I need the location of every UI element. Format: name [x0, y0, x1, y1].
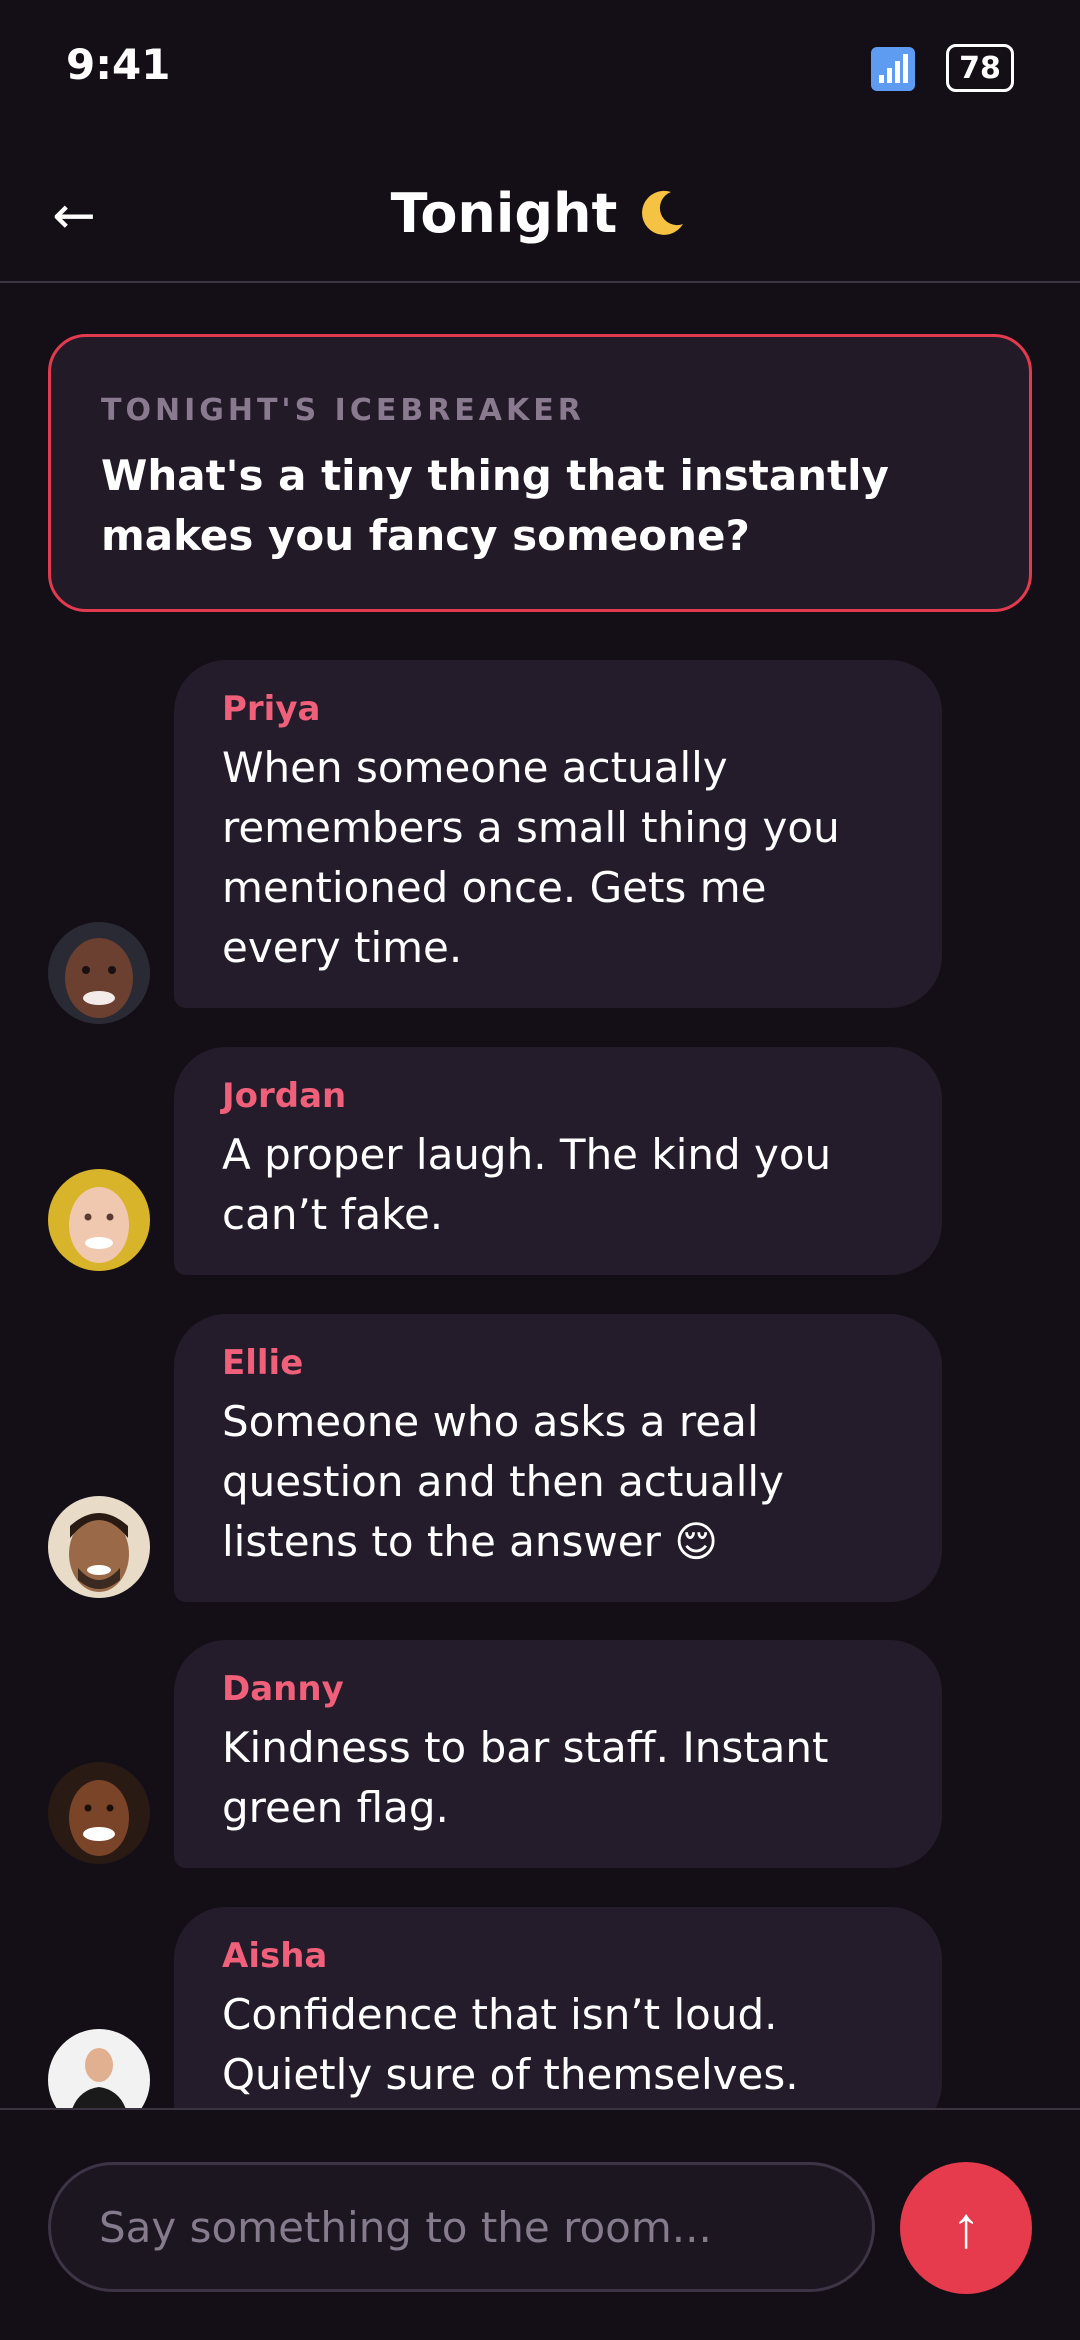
message-text: Someone who asks a real question and the… [222, 1397, 784, 1566]
message-text: Kindness to bar staff. Instant green fla… [222, 1723, 829, 1832]
message-text: When someone actually remembers a small … [222, 743, 840, 972]
avatar[interactable] [48, 2029, 150, 2108]
message-sender: Ellie [222, 1343, 304, 1383]
status-time: 9:41 [66, 40, 171, 89]
header: ← Tonight [0, 150, 1080, 283]
signal-bars-icon [871, 47, 915, 91]
message-sender: Priya [222, 689, 321, 729]
message-sender: Danny [222, 1669, 344, 1709]
message-bubble: Aisha Confidence that isn’t loud. Quietl… [174, 1907, 942, 2108]
composer: ↑ [0, 2108, 1080, 2340]
avatar[interactable] [48, 922, 150, 1024]
message-sender: Aisha [222, 1936, 328, 1976]
icebreaker-question: What's a tiny thing that instantly makes… [101, 451, 889, 560]
avatar[interactable] [48, 1496, 150, 1598]
page-title: Tonight [390, 182, 618, 245]
avatar[interactable] [48, 1169, 150, 1271]
message-bubble: Danny Kindness to bar staff. Instant gre… [174, 1640, 942, 1868]
send-button[interactable]: ↑ [900, 2162, 1032, 2294]
send-arrow-icon: ↑ [951, 2195, 981, 2260]
avatar[interactable] [48, 1762, 150, 1864]
battery-indicator: 78 [946, 44, 1014, 92]
message-bubble: Priya When someone actually remembers a … [174, 660, 942, 1008]
page-title-row: Tonight [0, 182, 1080, 245]
message-bubble: Jordan A proper laugh. The kind you can’… [174, 1047, 942, 1275]
message-input[interactable] [48, 2162, 875, 2292]
message-bubble: Ellie Someone who asks a real question a… [174, 1314, 942, 1602]
message-feed[interactable]: Priya When someone actually remembers a … [0, 640, 1080, 2108]
message-text: Confidence that isn’t loud. Quietly sure… [222, 1990, 799, 2099]
crescent-moon-icon [637, 186, 689, 238]
message-text: A proper laugh. The kind you can’t fake. [222, 1130, 832, 1239]
icebreaker-card: TONIGHT'S ICEBREAKER What's a tiny thing… [48, 334, 1032, 612]
icebreaker-label: TONIGHT'S ICEBREAKER [101, 393, 585, 428]
status-bar: 9:41 78 [0, 0, 1080, 135]
message-sender: Jordan [222, 1076, 347, 1116]
